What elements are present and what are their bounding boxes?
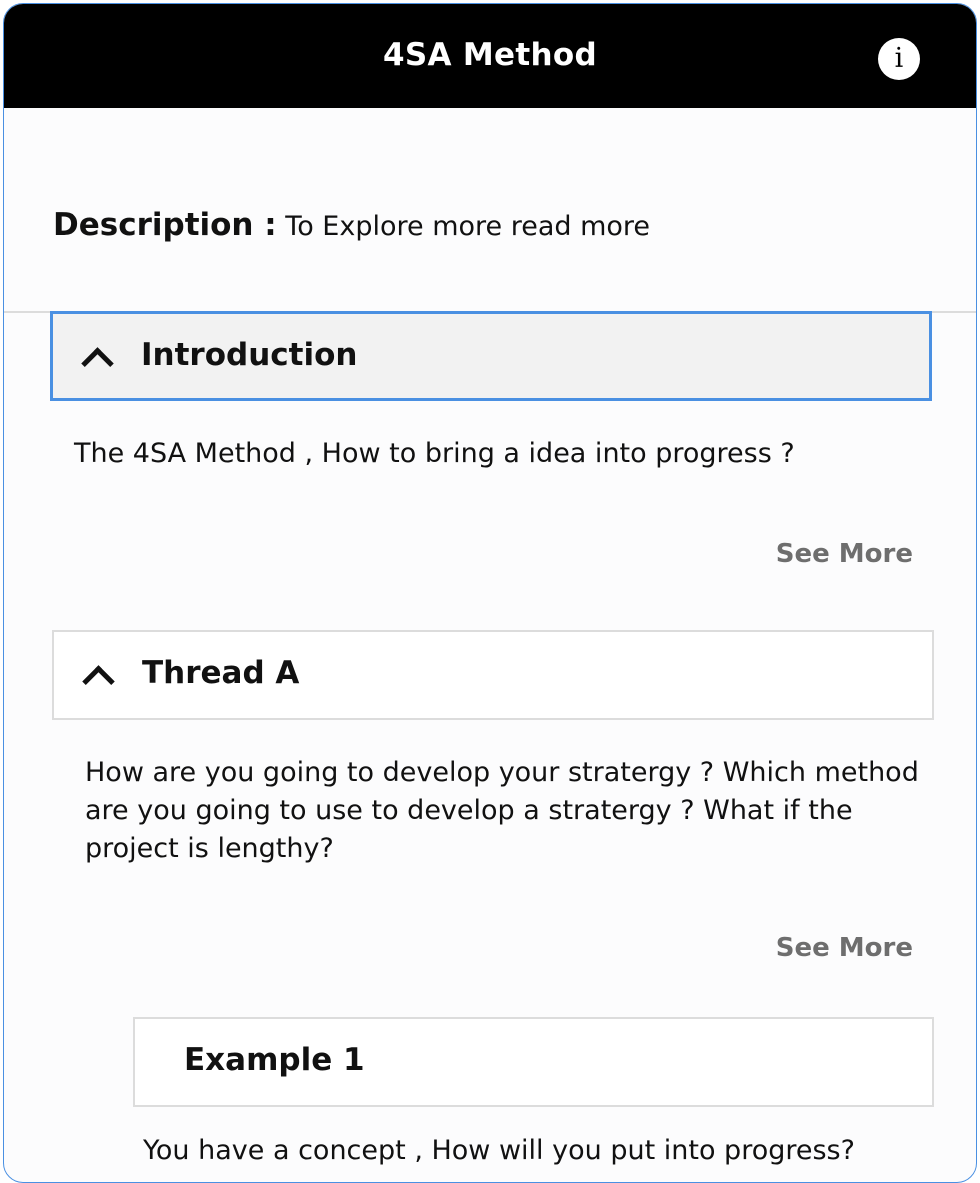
chevron-up-icon xyxy=(82,665,115,698)
example-body: You have a concept , How will you put in… xyxy=(143,1135,855,1166)
description-text: To Explore more read more xyxy=(285,211,651,242)
accordion-title: Thread A xyxy=(142,655,300,691)
see-more-link[interactable]: See More xyxy=(776,933,913,963)
see-more-link[interactable]: See More xyxy=(776,539,913,569)
thread-a-body: How are you going to develop your strate… xyxy=(85,757,919,864)
chevron-up-icon xyxy=(81,347,114,380)
info-icon[interactable]: i xyxy=(878,38,920,80)
example-title: Example 1 xyxy=(184,1042,365,1078)
accordion-title: Introduction xyxy=(141,337,358,373)
accordion-introduction[interactable]: Introduction xyxy=(50,311,932,401)
app-header: 4SA Method i xyxy=(4,4,976,108)
accordion-thread-a[interactable]: Thread A xyxy=(52,630,934,720)
description-label: Description : xyxy=(53,207,277,243)
page-title: 4SA Method xyxy=(383,37,597,73)
description: Description : To Explore more read more xyxy=(53,207,650,243)
example-card[interactable]: Example 1 xyxy=(133,1017,934,1107)
app-window: 4SA Method i Description : To Explore mo… xyxy=(3,3,977,1183)
introduction-body: The 4SA Method , How to bring a idea int… xyxy=(74,438,795,469)
